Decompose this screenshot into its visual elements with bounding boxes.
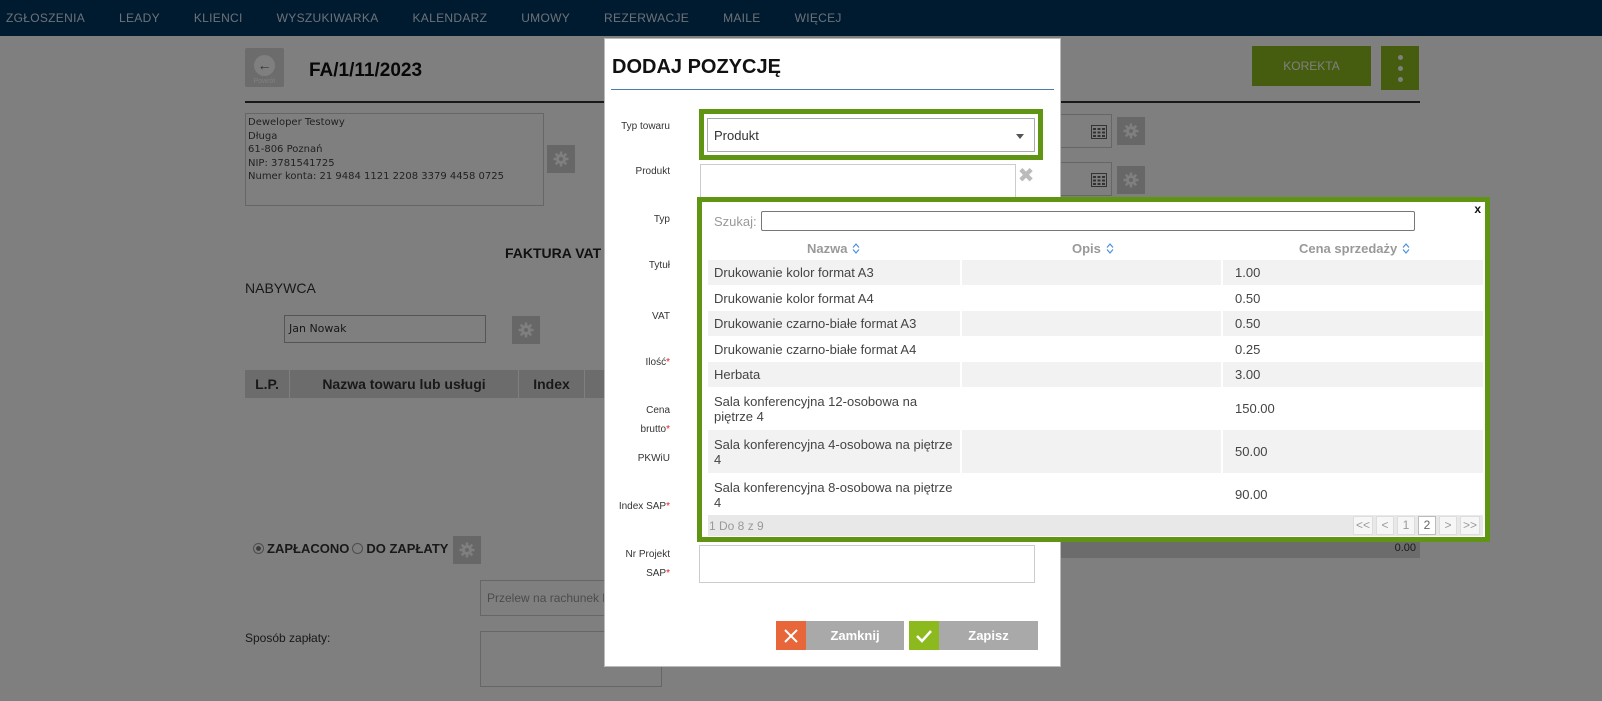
table-row[interactable]: Drukowanie kolor format A3 1.00 [708,260,1483,285]
table-row[interactable]: Herbata 3.00 [708,362,1483,387]
label-tytul: Tytuł [648,260,670,271]
label-ilosc-text: Ilość [645,357,667,368]
label-index-sap-text: Index SAP [618,501,667,512]
cell-nazwa: Drukowanie kolor format A3 [708,260,962,285]
save-button-label: Zapisz [968,628,1009,643]
label-ilosc: Ilość* [646,354,670,372]
col-header-cena-label: Cena sprzedaży [1299,241,1398,256]
cell-opis [962,285,1223,311]
label-typ-towaru: Typ towaru [621,121,670,132]
required-mark: * [666,501,670,512]
page-2[interactable]: 2 [1417,516,1436,535]
label-cena: Cena [646,405,670,416]
label-sap: SAP* [646,565,670,583]
col-header-nazwa-label: Nazwa [807,241,848,256]
pagination-info: 1 Do 8 z 9 [709,519,764,533]
sort-icon [853,243,860,254]
table-row[interactable]: Drukowanie czarno-białe format A4 0.25 [708,336,1483,362]
page-prev[interactable]: < [1375,516,1394,535]
sort-icon [1106,243,1114,254]
page-last[interactable]: >> [1459,516,1480,535]
cell-opis [962,430,1223,473]
modal-divider [611,89,1054,90]
cell-opis [962,473,1223,516]
chevron-down-icon [1016,134,1024,139]
product-rows: Drukowanie kolor format A3 1.00 Drukowan… [708,260,1483,516]
search-label: Szukaj: [714,214,757,229]
col-header-opis-label: Opis [1072,241,1101,256]
product-picker-popup: x Szukaj: Nazwa Opis Cena sprzedaży Druk… [697,197,1490,542]
label-sap-text: SAP [646,568,667,579]
label-vat: VAT [652,311,670,322]
label-nr-projekt: Nr Projekt [625,549,670,560]
cell-nazwa: Drukowanie kolor format A4 [708,285,962,311]
col-header-opis[interactable]: Opis [1072,241,1114,256]
label-produkt: Produkt [635,166,670,177]
popup-close-button[interactable]: x [1474,202,1481,216]
cell-cena: 0.50 [1235,316,1261,331]
label-brutto-text: brutto [640,424,667,435]
cell-cena: 150.00 [1235,401,1275,416]
produkt-input[interactable] [700,164,1016,201]
cell-nazwa: Drukowanie czarno-białe format A4 [708,336,962,362]
cell-cena: 3.00 [1235,367,1261,382]
cell-opis [962,336,1223,362]
typ-towaru-select[interactable]: Produkt [707,118,1035,152]
pagination: << < 1 2 > >> [1350,516,1480,535]
modal-title: DODAJ POZYCJĘ [612,56,781,78]
save-button[interactable]: Zapisz [909,621,1038,650]
col-header-nazwa[interactable]: Nazwa [807,241,860,256]
search-input[interactable] [761,211,1415,231]
cell-nazwa: Herbata [708,362,962,387]
clear-icon[interactable]: ✖ [1017,166,1035,186]
cell-cena: 0.50 [1235,290,1261,306]
required-mark: * [666,357,670,368]
table-footer: 1 Do 8 z 9 << < 1 2 > >> [708,515,1483,536]
cell-opis [962,260,1223,285]
table-row[interactable]: Sala konferencyjna 8-osobowa na piętrze … [708,473,1483,516]
cell-opis [962,387,1223,430]
label-index-sap: Index SAP* [619,498,670,516]
cell-nazwa: Sala konferencyjna 8-osobowa na piętrze … [708,473,962,516]
table-row[interactable]: Sala konferencyjna 4-osobowa na piętrze … [708,430,1483,473]
sort-icon [1402,243,1410,254]
close-button[interactable]: Zamknij [776,621,904,650]
col-header-cena[interactable]: Cena sprzedaży [1299,241,1410,256]
label-typ: Typ [653,214,670,225]
table-row[interactable]: Sala konferencyjna 12-osobowa na piętrze… [708,387,1483,430]
cell-cena: 50.00 [1235,444,1268,459]
typ-towaru-value: Produkt [714,128,759,143]
page-first[interactable]: << [1352,516,1373,535]
cell-nazwa: Sala konferencyjna 12-osobowa na piętrze… [708,387,962,430]
cell-nazwa: Sala konferencyjna 4-osobowa na piętrze … [708,430,962,473]
label-pkwiu: PKWiU [637,453,670,464]
table-row[interactable]: Drukowanie kolor format A4 0.50 [708,285,1483,311]
page-1[interactable]: 1 [1396,516,1415,535]
cell-cena: 1.00 [1235,265,1261,280]
close-button-label: Zamknij [830,628,880,643]
cell-nazwa: Drukowanie czarno-białe format A3 [708,311,962,336]
close-x-icon [776,621,806,650]
typ-towaru-highlight: Produkt [699,109,1043,160]
required-mark: * [666,568,670,579]
cell-cena: 0.25 [1235,341,1261,357]
page-next[interactable]: > [1438,516,1457,535]
nr-projekt-sap-input[interactable] [699,545,1035,583]
cell-opis [962,311,1223,336]
label-brutto: brutto* [641,421,670,439]
table-row[interactable]: Drukowanie czarno-białe format A3 0.50 [708,311,1483,336]
cell-cena: 90.00 [1235,487,1268,502]
cell-opis [962,362,1223,387]
check-icon [909,621,939,650]
required-mark: * [666,424,670,435]
